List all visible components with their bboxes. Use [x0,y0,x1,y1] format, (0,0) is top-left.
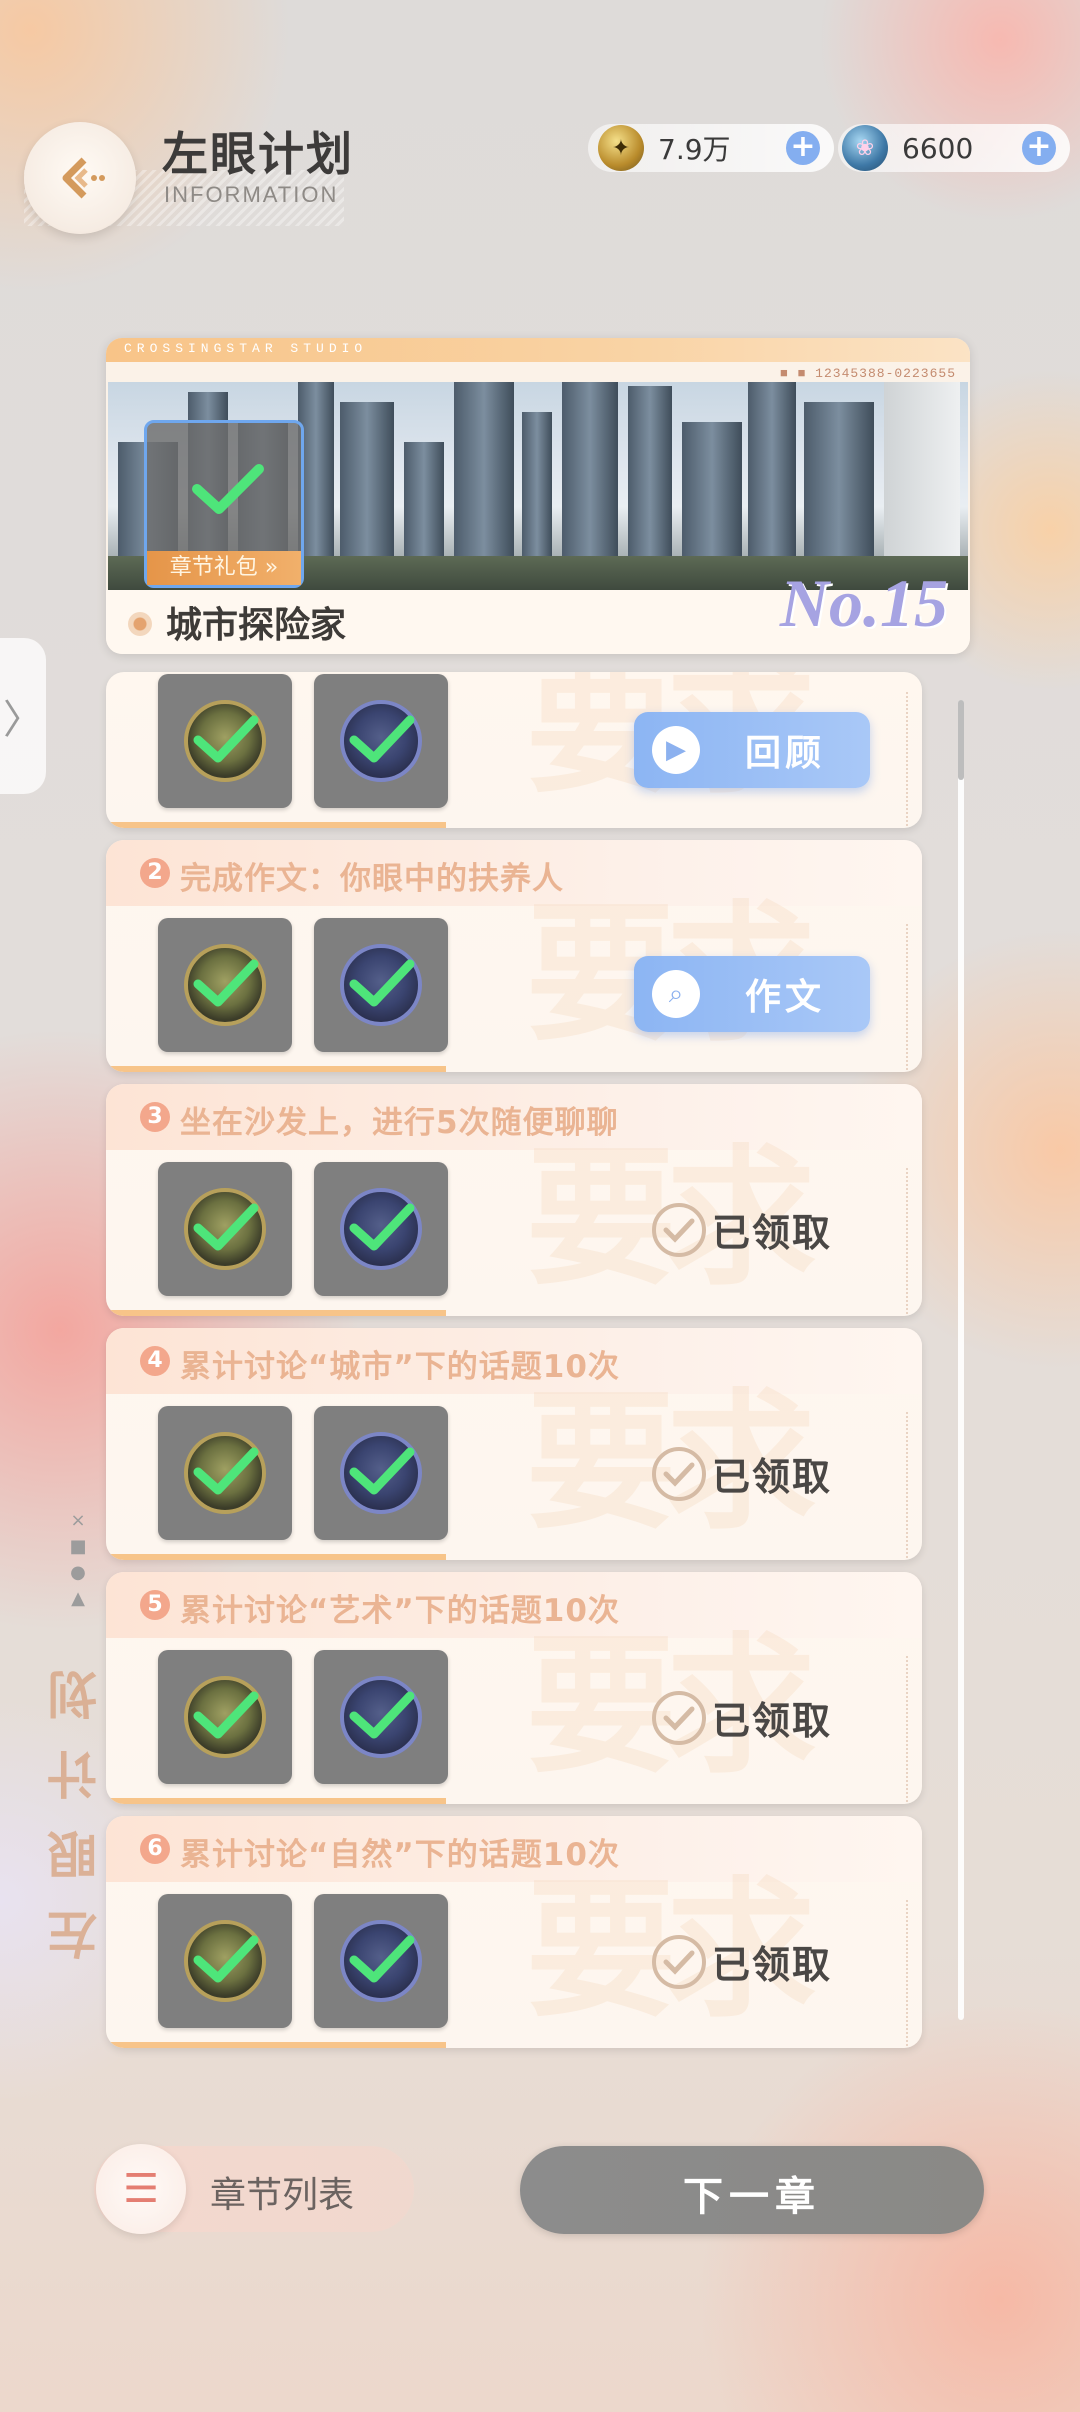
check-icon [349,715,415,763]
task-card: 要求 2 完成作文：你眼中的扶养人 ⌕ 作文 [106,840,922,1072]
reward-item[interactable] [158,1162,292,1296]
page-title: 左眼计划 [162,127,354,181]
reward-item[interactable] [158,1894,292,2028]
play-icon: ▶ [652,726,700,774]
brain-gem-icon: ❀ [842,125,888,171]
back-arrow-icon [62,157,105,199]
list-scrollbar-thumb[interactable] [958,700,964,780]
dot-icon [128,612,152,636]
chapter-title: 城市探险家 [166,605,347,646]
check-icon [192,464,264,514]
task-title: 累计讨论“城市”下的话题10次 [180,1349,620,1385]
task-title: 完成作文：你眼中的扶养人 [180,861,564,897]
banner-serial: ■ ■ 12345388-0223655 [779,366,956,381]
currency-gold: ✦ 7.9万 + [588,124,834,172]
list-scrollbar[interactable] [958,700,964,2020]
check-icon [193,1203,259,1251]
task-number: 2 [140,858,170,888]
add-gem-button[interactable]: + [1022,131,1056,165]
gold-amount: 7.9万 [658,133,731,166]
reward-item[interactable] [158,918,292,1052]
check-icon [349,1447,415,1495]
add-gold-button[interactable]: + [786,131,820,165]
reward-item[interactable] [158,1650,292,1784]
check-circle-icon [652,1202,706,1257]
currency-gem: ❀ 6600 + [838,124,1070,172]
chevron-right-icon: 〉 [3,697,43,743]
chapter-number: No.15 [779,565,948,641]
task-number: 3 [140,1102,170,1132]
claimed-status: 已领取 [652,1934,832,1989]
search-icon: ⌕ [652,970,700,1018]
check-icon [193,1691,259,1739]
task-title: 累计讨论“自然”下的话题10次 [180,1837,620,1873]
check-icon [193,1935,259,1983]
list-icon[interactable]: ☰ [96,2144,186,2234]
essay-button[interactable]: ⌕ 作文 [634,956,870,1032]
side-drawer-tab[interactable]: 〉 [0,638,46,794]
banner-top-strip: CROSSINGSTAR STUDIO [106,338,970,362]
chapter-banner: CROSSINGSTAR STUDIO ■ ■ 12345388-0223655… [106,338,970,654]
gem-amount: 6600 [902,131,974,165]
task-number: 5 [140,1590,170,1620]
claimed-status: 已领取 [652,1202,832,1257]
check-icon [193,959,259,1007]
reward-item[interactable] [314,1650,448,1784]
gift-label: 章节礼包 » [147,551,301,585]
chapter-gift-card[interactable]: 章节礼包 » [144,420,304,588]
reward-item[interactable] [314,1406,448,1540]
claimed-status: 已领取 [652,1690,832,1745]
reward-item[interactable] [314,1162,448,1296]
side-vertical-label: 左眼计划 [47,1640,105,1960]
studio-label: CROSSINGSTAR STUDIO [124,341,368,356]
task-title: 坐在沙发上，进行5次随便聊聊 [180,1105,619,1141]
check-circle-icon [652,1690,706,1745]
side-decoration: × ■ ● ▲ [69,1510,87,1609]
review-button[interactable]: ▶ 回顾 [634,712,870,788]
reward-item[interactable] [314,674,448,808]
task-number: 6 [140,1834,170,1864]
task-card: 要求 ▶ 回顾 [106,672,922,828]
chapter-list-label[interactable]: 章节列表 [210,2166,354,2218]
check-circle-icon [652,1934,706,1989]
reward-item[interactable] [314,918,448,1052]
back-button[interactable] [24,122,136,234]
check-icon [349,1691,415,1739]
check-icon [349,959,415,1007]
check-icon [193,715,259,763]
reward-item[interactable] [158,674,292,808]
reward-item[interactable] [158,1406,292,1540]
task-card: 要求 4 累计讨论“城市”下的话题10次 已领取 [106,1328,922,1560]
page-subtitle: INFORMATION [164,182,339,207]
check-icon [193,1447,259,1495]
task-number: 4 [140,1346,170,1376]
reward-item[interactable] [314,1894,448,2028]
gold-coin-icon: ✦ [598,125,644,171]
check-icon [349,1935,415,1983]
claimed-status: 已领取 [652,1446,832,1501]
check-circle-icon [652,1446,706,1501]
task-title: 累计讨论“艺术”下的话题10次 [180,1593,620,1629]
task-card: 要求 5 累计讨论“艺术”下的话题10次 已领取 [106,1572,922,1804]
next-chapter-label[interactable]: 下一章 [520,2164,984,2222]
task-card: 要求 6 累计讨论“自然”下的话题10次 已领取 [106,1816,922,2048]
check-icon [349,1203,415,1251]
task-card: 要求 3 坐在沙发上，进行5次随便聊聊 已领取 [106,1084,922,1316]
